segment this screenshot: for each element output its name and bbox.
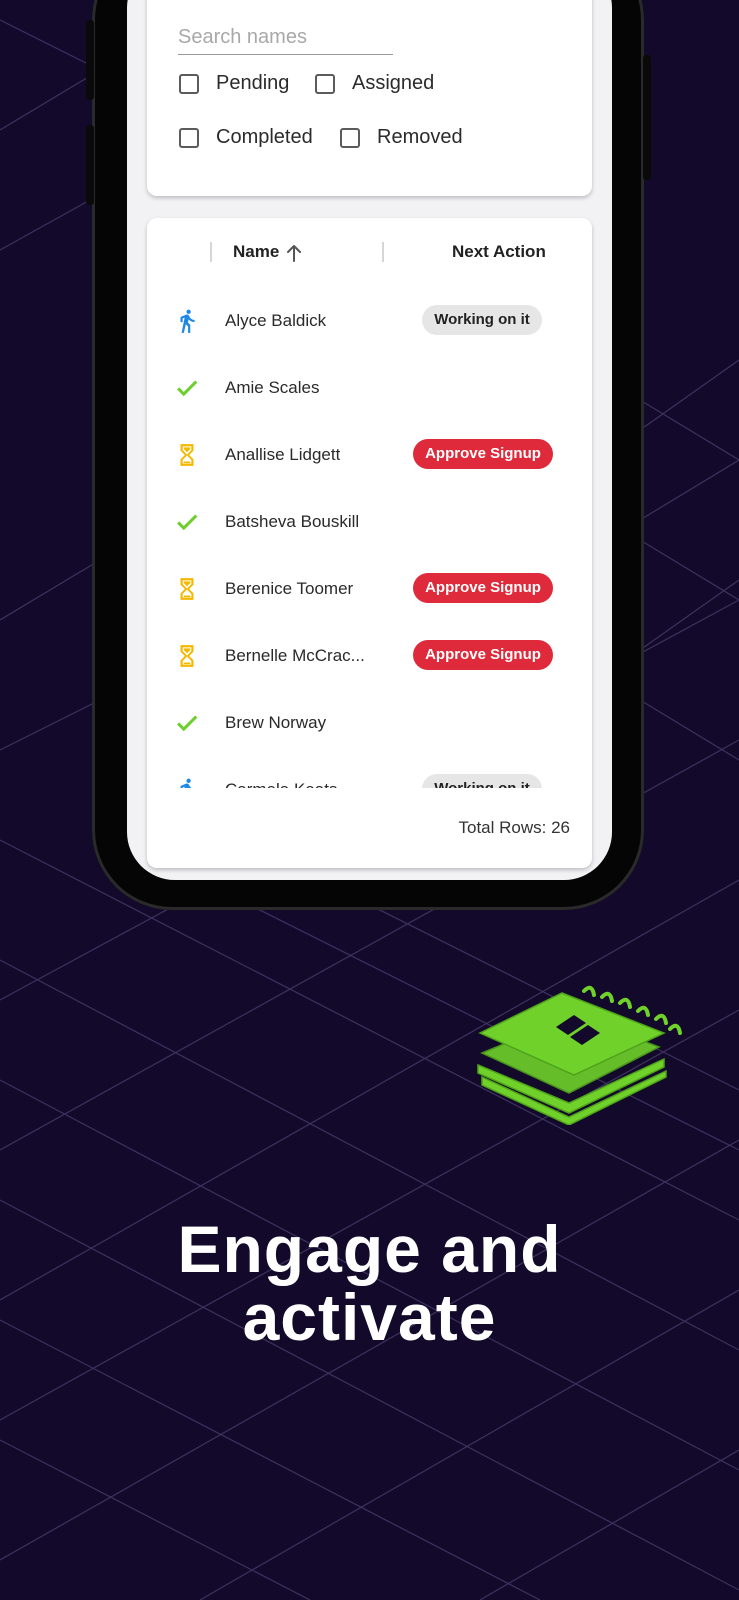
phone-screen: Pending Assigned Completed Removed Name …	[127, 0, 612, 880]
row-name: Bernelle McCrac...	[225, 646, 365, 665]
filter-removed[interactable]: Removed	[340, 126, 463, 149]
working-on-it-chip[interactable]: Working on it	[422, 305, 542, 335]
row-name: Berenice Toomer	[225, 579, 354, 598]
working-on-it-chip[interactable]: Working on it	[422, 774, 542, 788]
filter-assigned[interactable]: Assigned	[315, 72, 434, 95]
filter-completed[interactable]: Completed	[179, 126, 313, 149]
headline-line-2: activate	[242, 1280, 497, 1354]
approve-signup-button[interactable]: Approve Signup	[413, 640, 553, 670]
check-icon	[177, 715, 198, 732]
row-name: Amie Scales	[225, 378, 320, 397]
removed-checkbox[interactable]	[340, 127, 360, 148]
table-body[interactable]: Alyce Baldick Working on it Amie Scales …	[147, 288, 592, 788]
search-input[interactable]	[178, 20, 393, 55]
row-name: Brew Norway	[225, 713, 327, 732]
table-row[interactable]: Carmela Keats Working on it	[147, 757, 592, 788]
table-card: Name Next Action Alyce Baldick Working o…	[147, 218, 592, 868]
hourglass-icon	[180, 578, 194, 600]
approve-signup-button[interactable]: Approve Signup	[413, 573, 553, 603]
table-header: Name Next Action	[147, 218, 592, 289]
phone-power-button	[643, 55, 651, 180]
assigned-label: Assigned	[352, 72, 435, 94]
running-icon	[180, 309, 195, 333]
pending-checkbox[interactable]	[179, 73, 199, 94]
assigned-checkbox[interactable]	[315, 73, 335, 94]
completed-label: Completed	[216, 126, 313, 148]
table-row[interactable]: Brew Norway	[147, 690, 592, 758]
filter-pending[interactable]: Pending	[179, 72, 289, 95]
row-name: Batsheva Bouskill	[225, 512, 360, 531]
hourglass-icon	[180, 444, 194, 466]
check-icon	[177, 380, 198, 397]
total-rows: Total Rows: 26	[458, 818, 571, 837]
row-name: Alyce Baldick	[225, 311, 327, 330]
table-row[interactable]: Bernelle McCrac... Approve Signup	[147, 623, 592, 691]
row-name: Carmela Keats	[225, 780, 337, 788]
headline-line-1: Engage and	[177, 1212, 562, 1286]
column-separator	[210, 242, 212, 262]
sort-ascending-icon[interactable]	[285, 242, 303, 264]
table-row[interactable]: Anallise Lidgett Approve Signup	[147, 422, 592, 490]
table-row[interactable]: Amie Scales	[147, 355, 592, 423]
running-icon	[180, 778, 192, 788]
filter-card: Pending Assigned Completed Removed	[147, 0, 592, 196]
column-header-name[interactable]: Name	[233, 242, 279, 262]
column-separator	[382, 242, 384, 262]
headline: Engage and activate	[0, 1215, 739, 1351]
table-row[interactable]: Alyce Baldick Working on it	[147, 288, 592, 356]
row-name: Anallise Lidgett	[225, 445, 341, 464]
completed-checkbox[interactable]	[179, 127, 199, 148]
removed-label: Removed	[377, 126, 463, 148]
hourglass-icon	[180, 645, 194, 667]
approve-signup-button[interactable]: Approve Signup	[413, 439, 553, 469]
table-row[interactable]: Batsheva Bouskill	[147, 489, 592, 557]
phone-side-button	[86, 20, 94, 100]
pending-label: Pending	[216, 72, 290, 94]
column-header-next-action[interactable]: Next Action	[452, 242, 546, 262]
phone-side-button	[86, 125, 94, 205]
table-row[interactable]: Berenice Toomer Approve Signup	[147, 556, 592, 624]
check-icon	[177, 514, 198, 531]
notebook-icon	[477, 985, 682, 1125]
